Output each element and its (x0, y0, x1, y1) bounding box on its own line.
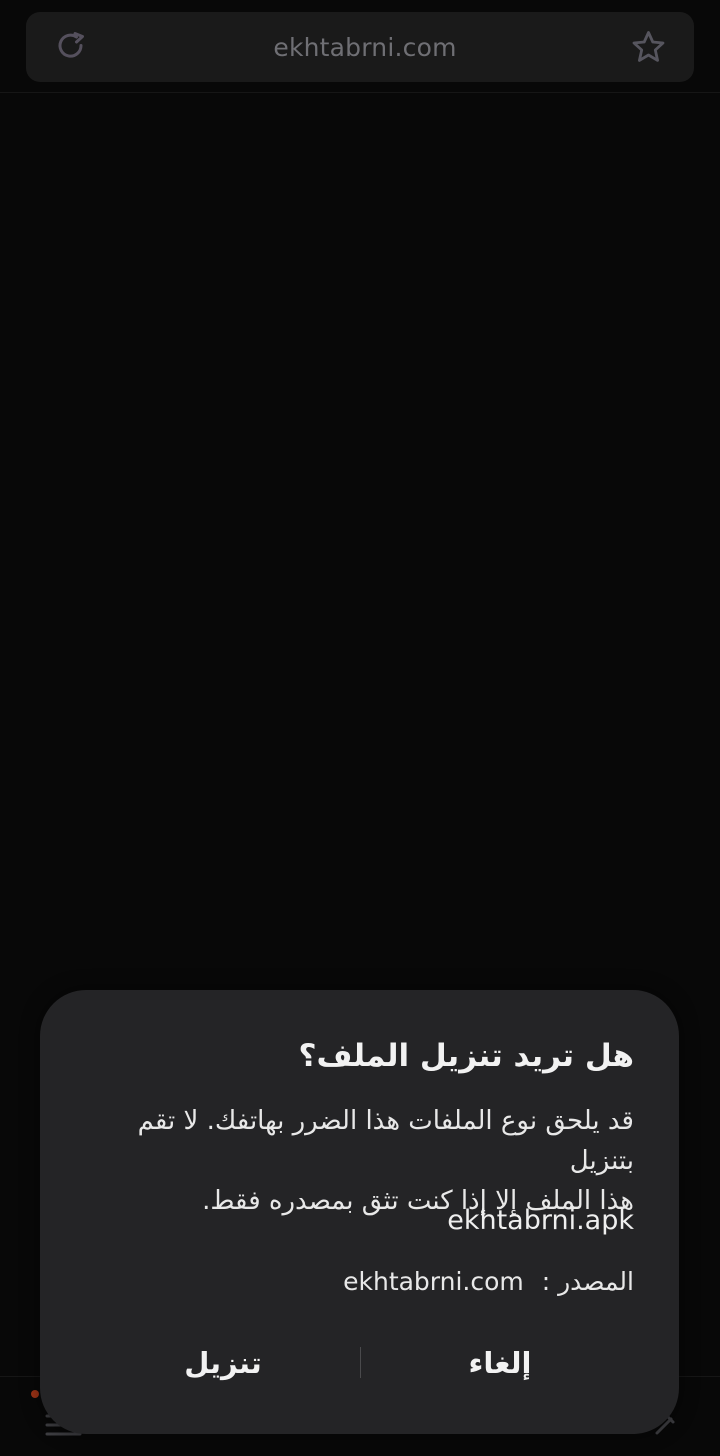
browser-toolbar: ekhtabrni.com (0, 0, 720, 93)
reload-icon[interactable] (54, 30, 88, 64)
url-text[interactable]: ekhtabrni.com (150, 31, 580, 65)
button-divider (360, 1347, 361, 1378)
dialog-actions: تنزيل إلغاء (40, 1338, 679, 1388)
star-icon[interactable] (630, 29, 667, 66)
notification-dot (31, 1390, 39, 1398)
dialog-message-line: قد يلحق نوع الملفات هذا الضرر بهاتفك. لا… (137, 1106, 634, 1176)
download-button[interactable]: تنزيل (128, 1338, 318, 1388)
download-source: المصدر : ekhtabrni.com (214, 1262, 634, 1302)
dialog-title: هل تريد تنزيل الملف؟ (298, 1038, 634, 1074)
source-label: المصدر : (541, 1267, 634, 1296)
source-url: ekhtabrni.com (343, 1267, 524, 1296)
cancel-button[interactable]: إلغاء (404, 1338, 596, 1388)
download-filename: ekhtabrni.apk (447, 1205, 634, 1236)
browser-screen: ekhtabrni.com هل تريد تنزيل الملف؟ قد يل… (0, 0, 720, 1456)
download-confirmation-dialog: هل تريد تنزيل الملف؟ قد يلحق نوع الملفات… (40, 990, 679, 1434)
